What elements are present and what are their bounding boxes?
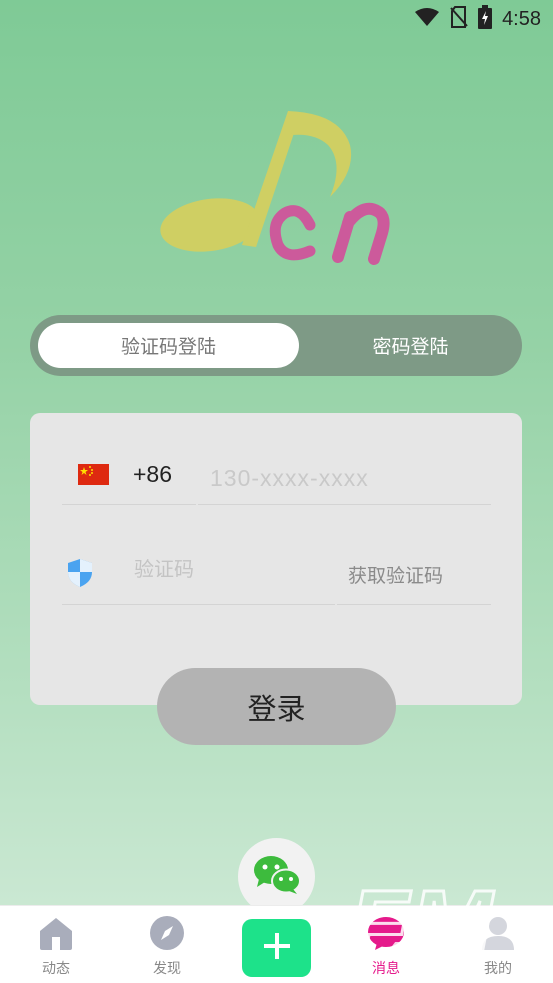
- divider: [62, 504, 196, 505]
- no-sim-icon: [450, 6, 468, 32]
- login-button[interactable]: 登录: [157, 668, 396, 745]
- nav-label: 动态: [42, 961, 70, 977]
- message-icon: [367, 915, 405, 955]
- tab-password-login[interactable]: 密码登陆: [307, 323, 514, 368]
- home-icon: [38, 915, 74, 955]
- wifi-icon: [414, 7, 440, 31]
- compass-icon: [149, 915, 185, 955]
- nav-item-discover[interactable]: 发现: [127, 916, 207, 982]
- divider: [62, 604, 335, 605]
- battery-charging-icon: [478, 5, 493, 33]
- login-form-card: +86 获取验证码: [30, 413, 522, 705]
- nav-item-messages[interactable]: 消息: [346, 916, 426, 982]
- clock: 4:58: [502, 7, 541, 30]
- status-bar: 4:58: [0, 0, 553, 38]
- divider: [337, 604, 491, 605]
- add-icon: [262, 931, 292, 965]
- country-code[interactable]: +86: [133, 461, 172, 488]
- shield-icon: [67, 558, 93, 592]
- wechat-icon: [253, 855, 301, 899]
- bottom-nav: 动态 发现 消息 我的: [0, 905, 553, 983]
- nav-item-profile[interactable]: 我的: [458, 916, 538, 982]
- login-method-toggle: 验证码登陆 密码登陆: [30, 315, 522, 376]
- get-code-button[interactable]: 获取验证码: [348, 561, 443, 588]
- nav-label: 发现: [153, 961, 181, 977]
- tab-sms-login[interactable]: 验证码登陆: [38, 323, 299, 368]
- nav-label: 我的: [484, 961, 512, 977]
- divider: [198, 504, 491, 505]
- wechat-login-button[interactable]: [238, 838, 315, 915]
- profile-icon: [480, 915, 516, 955]
- nav-item-feed[interactable]: 动态: [16, 916, 96, 982]
- china-flag-icon[interactable]: [78, 464, 109, 485]
- nav-label: 消息: [372, 961, 400, 977]
- verification-code-input[interactable]: [134, 551, 324, 587]
- add-button[interactable]: [242, 919, 311, 977]
- app-logo: [160, 105, 395, 270]
- phone-input[interactable]: [210, 459, 490, 497]
